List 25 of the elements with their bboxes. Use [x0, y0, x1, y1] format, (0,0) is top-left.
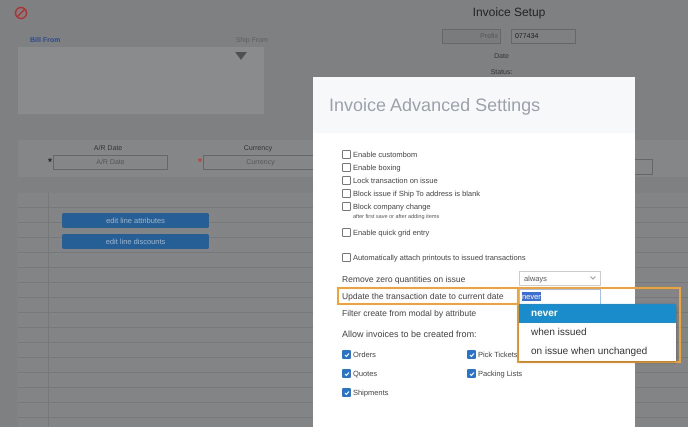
- setting-label: Remove zero quantities on issue: [342, 274, 466, 284]
- required-marker: *: [48, 157, 53, 168]
- checkbox[interactable]: [342, 150, 351, 159]
- checkbox[interactable]: [342, 163, 351, 172]
- required-marker: *: [198, 157, 203, 168]
- checkbox[interactable]: [467, 350, 476, 359]
- setting-label: Update the transaction date to current date: [337, 286, 519, 304]
- dropdown-triangle-icon[interactable]: [235, 52, 247, 60]
- checkbox[interactable]: [342, 189, 351, 198]
- dropdown-option[interactable]: never: [519, 304, 676, 322]
- checkbox[interactable]: [342, 388, 351, 397]
- checkbox[interactable]: [342, 176, 351, 185]
- checkbox[interactable]: [342, 228, 351, 237]
- sources-label: Allow invoices to be created from:: [342, 329, 477, 339]
- dropdown-option[interactable]: when issued: [519, 322, 676, 342]
- checkbox[interactable]: [342, 369, 351, 378]
- checkbox[interactable]: [342, 253, 351, 262]
- setting-label: Filter create from modal by attribute: [342, 308, 478, 318]
- checkbox[interactable]: [467, 369, 476, 378]
- page-title: Invoice Setup: [472, 5, 546, 19]
- chevron-icon: [590, 276, 596, 280]
- dropdown-option[interactable]: on issue when unchanged: [519, 342, 676, 360]
- checkbox[interactable]: [342, 202, 351, 211]
- checkbox[interactable]: [342, 350, 351, 359]
- dialog-title: Invoice Advanced Settings: [313, 77, 635, 133]
